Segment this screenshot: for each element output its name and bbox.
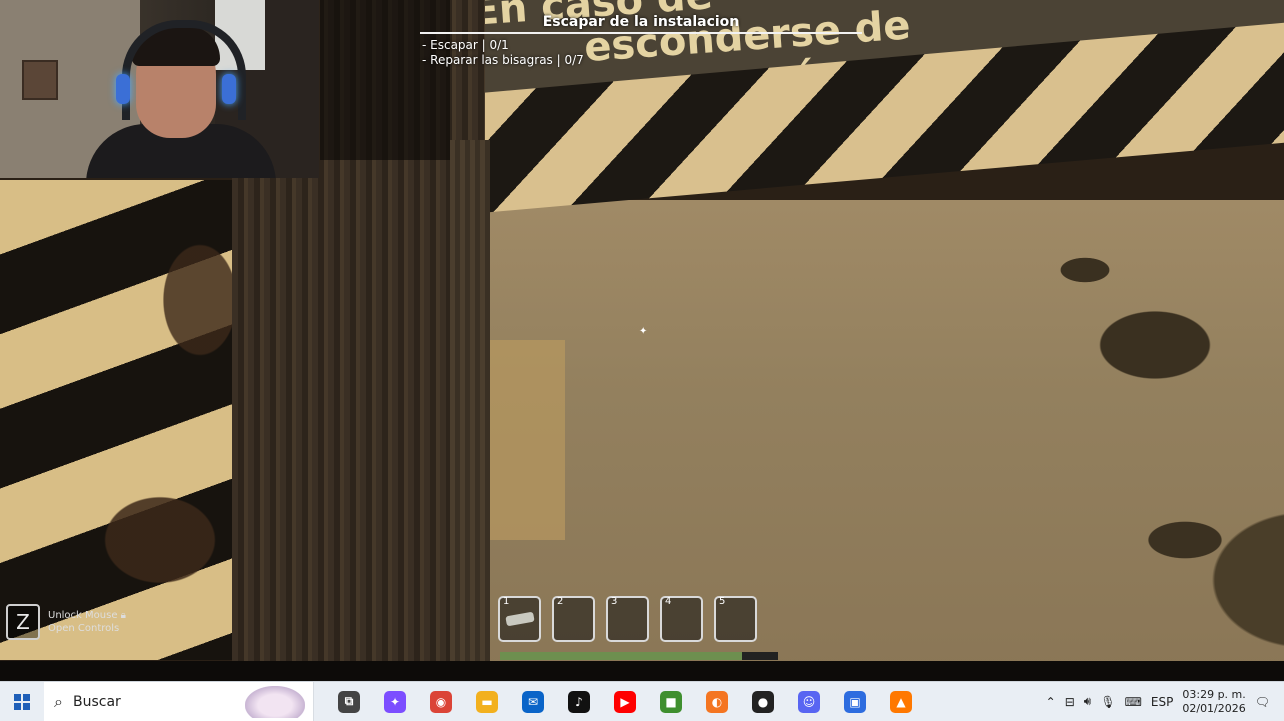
slot-number: 4 xyxy=(665,596,672,607)
hint-open-controls: Open Controls xyxy=(48,623,120,634)
taskbar-app[interactable]: ▬ xyxy=(470,685,504,719)
taskbar-app[interactable]: ■ xyxy=(654,685,688,719)
taskbar-app[interactable]: ▣ xyxy=(838,685,872,719)
outlook-icon: ✉ xyxy=(522,690,544,713)
pillar-side-face xyxy=(450,140,490,681)
task-escape: - Escapar | 0/1 xyxy=(422,38,509,52)
hotbar-slot-3[interactable]: 3 xyxy=(606,596,649,642)
hotbar-slot-5[interactable]: 5 xyxy=(714,596,757,642)
search-label: Buscar xyxy=(72,693,121,710)
headphone-cup-right xyxy=(222,74,236,104)
game-viewport[interactable]: En caso de esconderse de cámara ✦ Escapa… xyxy=(0,0,1284,681)
taskbar-app[interactable]: ▶ xyxy=(608,685,642,719)
windows-logo-icon xyxy=(14,693,30,710)
lock-icon: 🔒︎ xyxy=(120,610,126,621)
slot-number: 1 xyxy=(503,596,510,607)
taskbar-app[interactable]: ✉ xyxy=(516,685,550,719)
notifications-icon[interactable]: 🗨︎ xyxy=(1255,695,1270,709)
clock-date: 02/01/2026 xyxy=(1182,701,1246,715)
discord-icon: ☺ xyxy=(798,690,820,713)
chrome-icon: ◉ xyxy=(430,690,452,713)
taskbar-app[interactable]: ● xyxy=(746,685,780,719)
objective-title: Escapar de la instalacion xyxy=(542,14,740,30)
slot-number: 3 xyxy=(611,596,618,607)
streamer xyxy=(86,20,276,178)
taskbar-app[interactable]: ◉ xyxy=(424,685,458,719)
windows-taskbar: ⌕ Buscar ⧉ ✦ ◉ ▬ ✉ ♪ ▶ ■ ◐ ● ☺ ▣ ▲ ⌃ ⊟ 🔊︎ 🎙︎ ⌨ ESP 0… xyxy=(0,681,1284,721)
record-app-icon: ● xyxy=(752,690,774,713)
start-button[interactable] xyxy=(0,682,44,721)
clock-time: 03:29 p. m. xyxy=(1182,687,1246,701)
taskbar-app[interactable]: ◐ xyxy=(700,685,734,719)
stamina-fill xyxy=(500,652,742,660)
minecraft-icon: ■ xyxy=(660,690,682,713)
headphones-icon xyxy=(122,20,246,120)
network-icon[interactable]: ⊟ xyxy=(1065,695,1075,709)
microphone-icon[interactable]: 🎙︎ xyxy=(1100,695,1115,709)
taskbar-app[interactable]: ⧉ xyxy=(332,685,366,719)
hotbar-slot-2[interactable]: 2 xyxy=(552,596,595,642)
taskbar-search[interactable]: ⌕ Buscar xyxy=(44,682,314,721)
key-icon xyxy=(505,611,535,627)
taskbar-app[interactable]: ✦ xyxy=(378,685,412,719)
language-indicator[interactable]: ESP xyxy=(1151,695,1173,709)
clock[interactable]: 03:29 p. m. 02/01/2026 xyxy=(1182,688,1245,716)
objective-panel: Escapar de la instalacion - Escapar | 0/… xyxy=(420,14,862,68)
system-tray: ⌃ ⊟ 🔊︎ 🎙︎ ⌨ ESP 03:29 p. m. 02/01/2026 🗨… xyxy=(1046,682,1284,721)
copilot-icon: ✦ xyxy=(384,690,406,713)
webcam-wall-frame xyxy=(22,60,58,100)
taskbar-app[interactable]: ▲ xyxy=(884,685,918,719)
youtube-icon: ▶ xyxy=(614,690,636,713)
hotbar-slot-1[interactable]: 1 xyxy=(498,596,541,642)
keyboard-icon[interactable]: ⌨ xyxy=(1125,695,1142,709)
crunchyroll-icon: ◐ xyxy=(706,690,728,713)
volume-icon[interactable]: 🔊︎ xyxy=(1084,694,1092,709)
search-highlight-image xyxy=(245,686,305,718)
task-repair-hinges: - Reparar las bisagras | 0/7 xyxy=(422,53,584,67)
search-icon: ⌕ xyxy=(54,691,63,711)
inventory-hotbar: 1 2 3 4 5 xyxy=(498,596,757,642)
crosshair-icon: ✦ xyxy=(639,326,648,337)
file-explorer-icon: ▬ xyxy=(476,690,498,713)
tiktok-icon: ♪ xyxy=(568,690,590,713)
taskbar-app[interactable]: ♪ xyxy=(562,685,596,719)
slot-number: 5 xyxy=(719,596,726,607)
bluestacks-icon: ▣ xyxy=(844,690,866,713)
taskbar-app[interactable]: ☺ xyxy=(792,685,826,719)
hint-key-z[interactable]: Z xyxy=(6,604,40,640)
objective-divider xyxy=(420,32,862,34)
webcam-overlay xyxy=(0,0,319,178)
hotbar-slot-4[interactable]: 4 xyxy=(660,596,703,642)
slot-number: 2 xyxy=(557,596,564,607)
hint-unlock-mouse: Unlock Mouse 🔒︎ xyxy=(48,610,126,621)
controls-hint: Z Unlock Mouse 🔒︎ Open Controls xyxy=(6,604,126,640)
chevron-up-icon[interactable]: ⌃ xyxy=(1046,695,1056,709)
avast-icon: ▲ xyxy=(890,690,912,713)
game-bottom-edge xyxy=(0,661,1284,681)
task-view-icon: ⧉ xyxy=(338,690,360,713)
floor-light-patch xyxy=(485,340,565,540)
stripe-dirt-overlay xyxy=(0,180,250,660)
headphone-cup-left xyxy=(116,74,130,104)
pinned-apps: ⧉ ✦ ◉ ▬ ✉ ♪ ▶ ■ ◐ ● ☺ ▣ ▲ xyxy=(332,685,918,719)
stamina-bar xyxy=(500,652,778,660)
